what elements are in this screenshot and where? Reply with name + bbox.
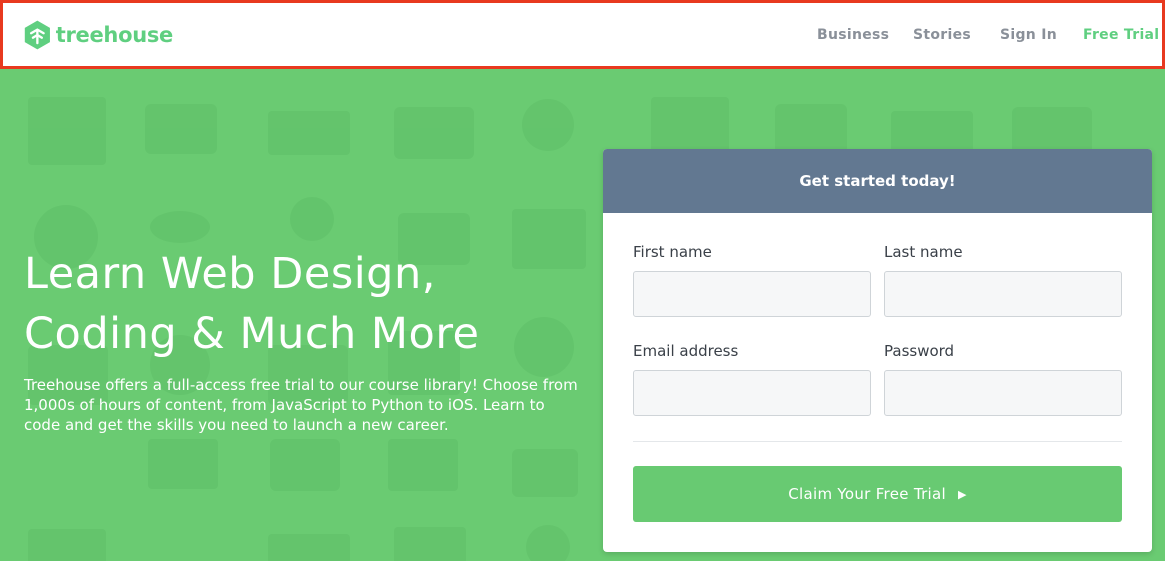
first-name-field[interactable] [633, 271, 871, 317]
form-heading: Get started today! [603, 149, 1152, 213]
password-field[interactable] [884, 370, 1122, 416]
hero-heading-line-1: Learn Web Design, [24, 249, 436, 299]
last-name-field[interactable] [884, 271, 1122, 317]
hero-heading: Learn Web Design, Coding & Much More [24, 244, 584, 364]
treehouse-logo-icon [24, 20, 50, 50]
logo-wordmark: treehouse [55, 23, 174, 47]
signup-form-card: Get started today! First name Last name … [603, 149, 1152, 552]
password-label: Password [884, 342, 955, 360]
hero-heading-line-2: Coding & Much More [24, 309, 480, 359]
last-name-label: Last name [884, 243, 963, 261]
email-field[interactable] [633, 370, 871, 416]
first-name-label: First name [633, 243, 712, 261]
top-navigation-bar: treehouse Business Stories Sign In Free … [0, 0, 1165, 69]
form-divider [633, 441, 1122, 442]
nav-sign-in-link[interactable]: Sign In [1000, 27, 1057, 43]
nav-stories-link[interactable]: Stories [913, 27, 971, 43]
hero-description: Treehouse offers a full-access free tria… [24, 376, 578, 434]
play-triangle-icon: ▶ [957, 487, 967, 501]
treehouse-logo[interactable]: treehouse [23, 15, 173, 55]
nav-business-link[interactable]: Business [817, 27, 889, 43]
claim-free-trial-label: Claim Your Free Trial [788, 485, 946, 503]
claim-free-trial-button[interactable]: Claim Your Free Trial ▶ [633, 466, 1122, 522]
email-label: Email address [633, 342, 739, 360]
nav-free-trial-link[interactable]: Free Trial [1083, 27, 1159, 43]
